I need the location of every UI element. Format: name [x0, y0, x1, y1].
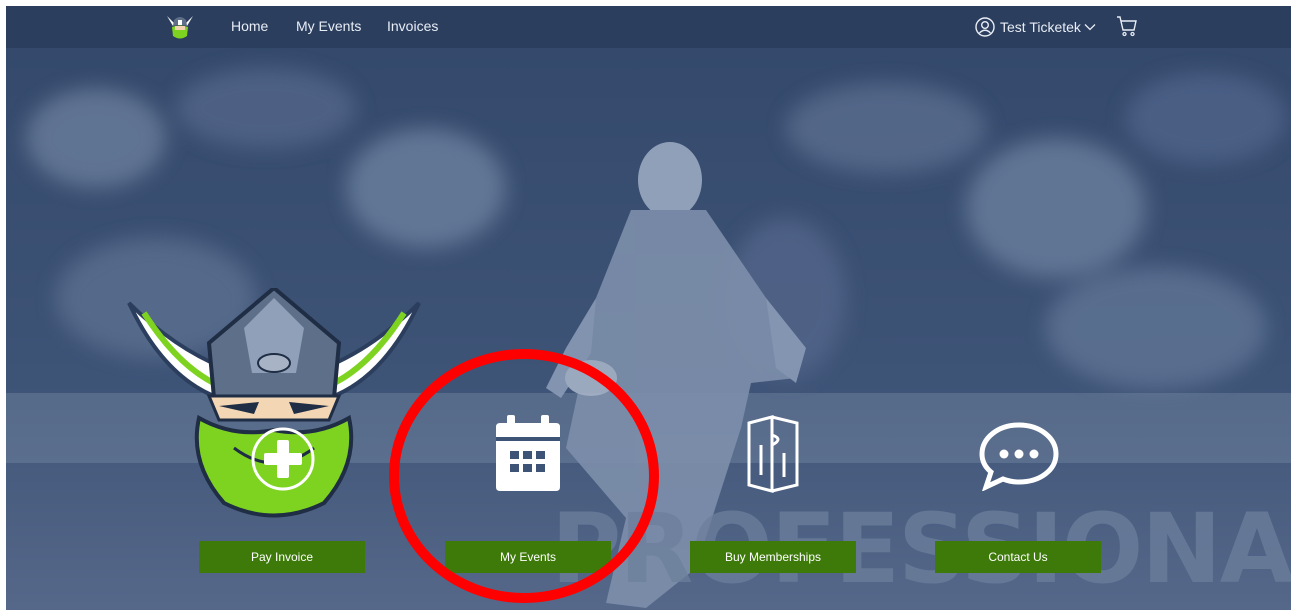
my-events-button[interactable]: My Events [445, 541, 611, 573]
user-name: Test Ticketek [1000, 19, 1081, 35]
user-circle-icon [975, 17, 995, 37]
nav-my-events-link[interactable]: My Events [296, 18, 361, 34]
app-frame: Home My Events Invoices Test Ticketek PR… [6, 6, 1291, 610]
contact-us-button[interactable]: Contact Us [935, 541, 1101, 573]
hero-section: PROFESSIONALS [6, 48, 1291, 610]
top-navbar: Home My Events Invoices Test Ticketek [6, 6, 1291, 48]
calendar-icon[interactable] [493, 413, 563, 493]
nav-invoices-link[interactable]: Invoices [387, 18, 438, 34]
ticket-icon[interactable] [744, 415, 802, 493]
plus-circle-icon[interactable] [249, 425, 317, 493]
buy-memberships-button[interactable]: Buy Memberships [690, 541, 856, 573]
chevron-down-icon [1084, 24, 1096, 31]
pay-invoice-button[interactable]: Pay Invoice [199, 541, 365, 573]
hero-background-text: PROFESSIONALS [551, 493, 1291, 605]
nav-home-link[interactable]: Home [231, 18, 268, 34]
raiders-viking-logo-icon[interactable] [165, 12, 195, 40]
shopping-cart-icon[interactable] [1115, 14, 1139, 38]
chat-bubble-icon[interactable] [978, 421, 1060, 491]
user-menu[interactable]: Test Ticketek [975, 15, 1096, 39]
